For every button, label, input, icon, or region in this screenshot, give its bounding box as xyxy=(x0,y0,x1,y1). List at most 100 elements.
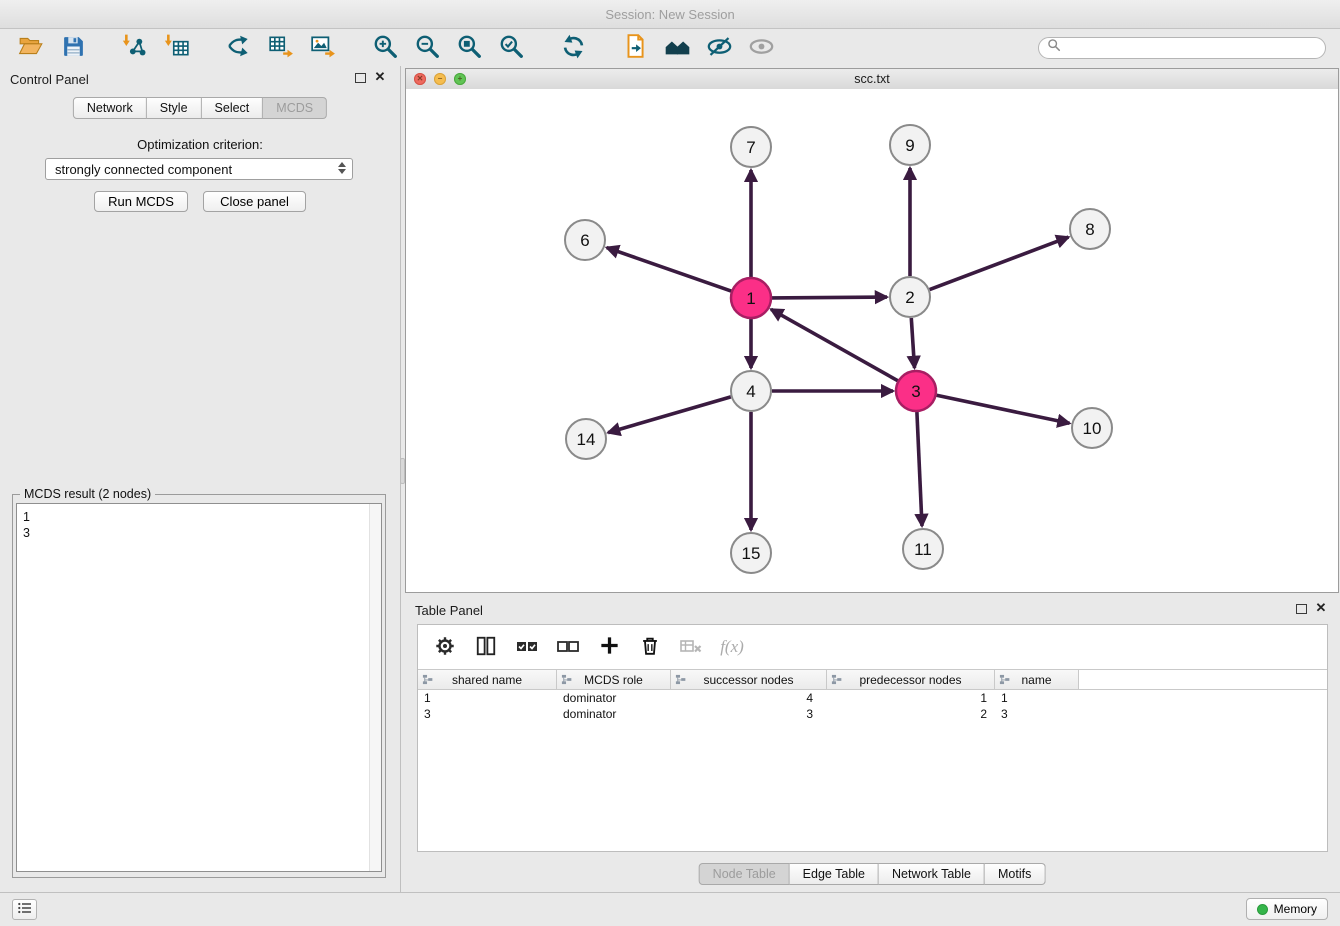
close-panel-button-mcds[interactable]: Close panel xyxy=(203,191,306,212)
tab-network-table[interactable]: Network Table xyxy=(879,863,985,885)
graph-node-1[interactable]: 1 xyxy=(731,278,771,318)
tab-style[interactable]: Style xyxy=(147,97,202,119)
application-window: Session: New Session xyxy=(0,0,1340,926)
criterion-dropdown[interactable]: strongly connected component xyxy=(45,158,353,180)
import-network-button[interactable] xyxy=(114,32,156,64)
graph-node-label: 7 xyxy=(746,138,755,157)
minimize-window-icon[interactable]: − xyxy=(434,73,446,85)
graph-node-9[interactable]: 9 xyxy=(890,125,930,165)
network-canvas[interactable]: 7 9 6 8 1 2 4 3 14 10 15 11 xyxy=(406,89,1338,592)
column-header-shared-name[interactable]: shared name xyxy=(418,670,557,689)
zoom-out-button[interactable] xyxy=(406,32,448,64)
graph-node-2[interactable]: 2 xyxy=(890,277,930,317)
new-network-button[interactable] xyxy=(218,32,260,64)
table-row[interactable]: 1 dominator 4 1 1 xyxy=(418,690,1327,706)
run-mcds-button[interactable]: Run MCDS xyxy=(94,191,188,212)
tab-mcds[interactable]: MCDS xyxy=(263,97,327,119)
cell-mcds-role: dominator xyxy=(557,690,671,706)
graph-node-7[interactable]: 7 xyxy=(731,127,771,167)
memory-label: Memory xyxy=(1274,902,1317,916)
close-window-icon[interactable]: ✕ xyxy=(414,73,426,85)
column-header-mcds-role[interactable]: MCDS role xyxy=(557,670,671,689)
copy-document-button[interactable] xyxy=(614,32,656,64)
close-table-panel-button[interactable]: ✕ xyxy=(1313,600,1329,616)
graph-node-3[interactable]: 3 xyxy=(896,371,936,411)
folder-open-icon xyxy=(18,33,44,62)
control-panel-header: Control Panel ✕ xyxy=(0,66,400,92)
tab-select[interactable]: Select xyxy=(202,97,264,119)
graph-node-11[interactable]: 11 xyxy=(903,529,943,569)
tab-network[interactable]: Network xyxy=(73,97,147,119)
close-icon: ✕ xyxy=(1316,600,1327,615)
float-panel-button[interactable] xyxy=(355,73,366,83)
search-box xyxy=(1038,37,1326,59)
zoom-selected-button[interactable] xyxy=(490,32,532,64)
delete-table-button[interactable] xyxy=(678,634,704,660)
graph-edge-3-1[interactable] xyxy=(771,309,898,380)
float-table-panel-button[interactable] xyxy=(1296,604,1307,614)
graph-edge-3-10[interactable] xyxy=(937,395,1070,423)
result-scrollbar[interactable] xyxy=(369,504,381,871)
graph-edge-3-11[interactable] xyxy=(917,412,922,526)
zoom-out-icon xyxy=(414,33,440,62)
open-file-button[interactable] xyxy=(10,32,52,64)
table-settings-button[interactable] xyxy=(432,634,458,660)
zoom-selected-icon xyxy=(498,33,524,62)
graph-edge-1-6[interactable] xyxy=(607,248,732,292)
mcds-result-title: MCDS result (2 nodes) xyxy=(20,487,155,501)
column-header-name[interactable]: name xyxy=(995,670,1079,689)
close-panel-button[interactable]: ✕ xyxy=(372,69,388,85)
export-image-button[interactable] xyxy=(302,32,344,64)
graph-edge-1-2[interactable] xyxy=(772,297,887,298)
import-table-button[interactable] xyxy=(156,32,198,64)
table-row[interactable]: 3 dominator 3 2 3 xyxy=(418,706,1327,722)
export-table-button[interactable] xyxy=(260,32,302,64)
cell-predecessor-nodes: 1 xyxy=(827,690,995,706)
column-header-successor-nodes[interactable]: successor nodes xyxy=(671,670,827,689)
save-session-button[interactable] xyxy=(52,32,94,64)
tab-node-table[interactable]: Node Table xyxy=(699,863,790,885)
function-builder-button[interactable]: f(x) xyxy=(719,634,745,660)
column-label: name xyxy=(1021,673,1051,687)
task-history-button[interactable] xyxy=(12,899,37,920)
show-hide-button[interactable] xyxy=(740,32,782,64)
column-visibility-button[interactable] xyxy=(473,634,499,660)
result-line: 3 xyxy=(17,525,381,541)
deselect-all-button[interactable] xyxy=(555,634,581,660)
search-input[interactable] xyxy=(1061,40,1317,56)
refresh-toolbar-group xyxy=(552,32,594,64)
column-header-predecessor-nodes[interactable]: predecessor nodes xyxy=(827,670,995,689)
graph-edge-4-14[interactable] xyxy=(608,397,731,433)
checked-boxes-icon xyxy=(515,634,539,661)
graph-node-8[interactable]: 8 xyxy=(1070,209,1110,249)
select-all-button[interactable] xyxy=(514,634,540,660)
memory-status-icon xyxy=(1257,904,1268,915)
gear-icon xyxy=(434,635,456,660)
list-icon xyxy=(18,902,32,917)
add-column-button[interactable] xyxy=(596,634,622,660)
graph-node-15[interactable]: 15 xyxy=(731,533,771,573)
graph-edge-2-3[interactable] xyxy=(911,318,914,368)
table-toolbar: f(x) xyxy=(418,625,1327,669)
memory-button[interactable]: Memory xyxy=(1246,898,1328,920)
zoom-in-button[interactable] xyxy=(364,32,406,64)
home-layout-button[interactable] xyxy=(656,32,698,64)
delete-column-button[interactable] xyxy=(637,634,663,660)
graphics-details-button[interactable] xyxy=(698,32,740,64)
cell-predecessor-nodes: 2 xyxy=(827,706,995,722)
tab-edge-table[interactable]: Edge Table xyxy=(790,863,879,885)
graph-edge-2-8[interactable] xyxy=(930,237,1069,290)
graph-node-label: 11 xyxy=(914,540,932,559)
mcds-result-text: 1 3 xyxy=(16,503,382,872)
graph-node-label: 1 xyxy=(746,289,755,308)
tab-motifs[interactable]: Motifs xyxy=(985,863,1045,885)
graph-node-10[interactable]: 10 xyxy=(1072,408,1112,448)
close-icon: ✕ xyxy=(375,69,386,84)
zoom-fit-button[interactable] xyxy=(448,32,490,64)
graph-node-6[interactable]: 6 xyxy=(565,220,605,260)
column-type-icon xyxy=(561,674,572,688)
graph-node-4[interactable]: 4 xyxy=(731,371,771,411)
refresh-layout-button[interactable] xyxy=(552,32,594,64)
graph-node-14[interactable]: 14 xyxy=(566,419,606,459)
maximize-window-icon[interactable]: + xyxy=(454,73,466,85)
